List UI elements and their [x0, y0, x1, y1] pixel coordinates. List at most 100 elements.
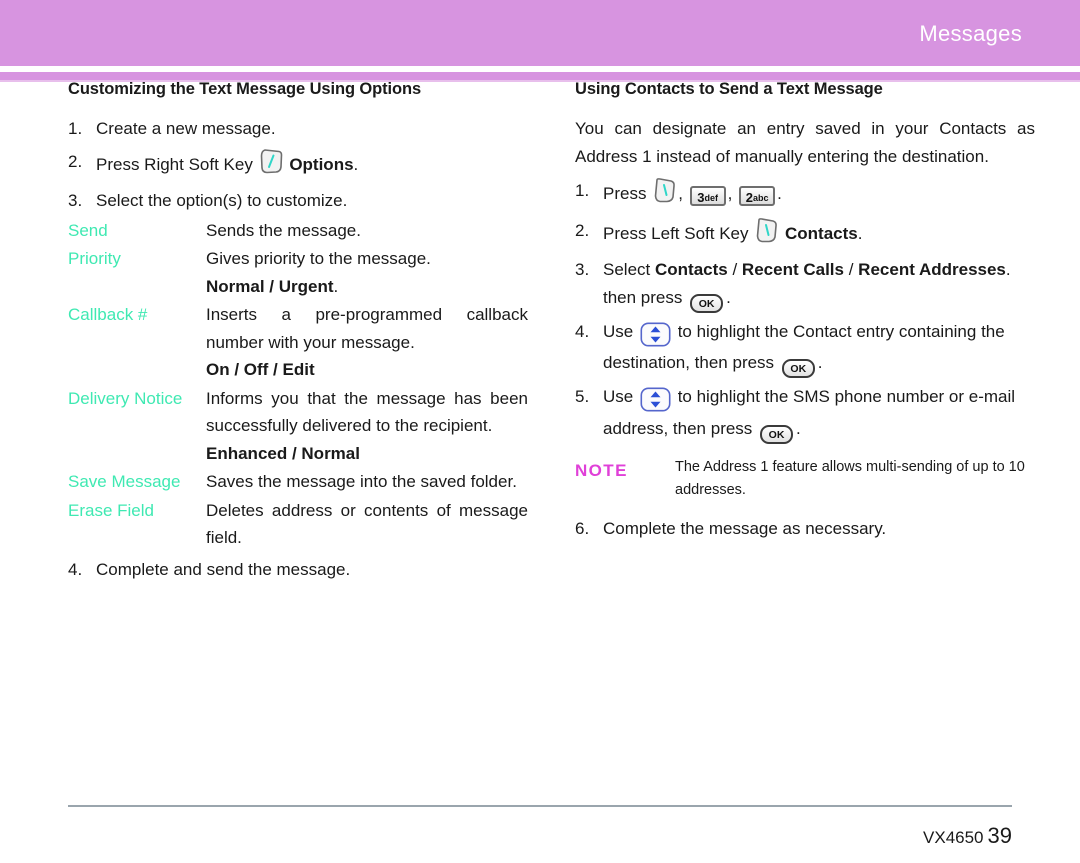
key-2-letters: abc — [753, 193, 769, 204]
soft-key-icon — [653, 177, 676, 212]
option-term: Delivery Notice — [68, 388, 183, 408]
right-step-1-label: Press — [603, 184, 647, 204]
option-definition-text: Sends the message. — [206, 220, 361, 240]
right-step-4-tail: . — [817, 353, 823, 373]
left-step-1: 1. Create a new message. — [68, 115, 528, 143]
key-3-letters: def — [704, 193, 719, 204]
left-step-2-options-label: Options — [289, 154, 354, 174]
option-row-priority: Priority Gives priority to the message. … — [68, 245, 528, 300]
ok-key-icon: OK — [690, 293, 724, 313]
option-definition: Inserts a pre-programmed callback number… — [206, 301, 528, 384]
option-definition: Sends the message. — [206, 217, 528, 245]
option-values: Enhanced / Normal — [206, 443, 360, 463]
note-text: The Address 1 feature allows multi-sendi… — [675, 458, 1025, 499]
right-column: Using Contacts to Send a Text Message Yo… — [575, 80, 1035, 547]
option-definition: Informs you that the message has been su… — [206, 385, 528, 468]
option-definition-text: Deletes address or contents of message f… — [206, 500, 528, 548]
right-step-2-number: 2. — [575, 220, 590, 240]
left-step-2-tail: . — [353, 154, 359, 174]
right-step-3-separator-1: / — [732, 260, 738, 280]
page-header-band: Messages — [0, 0, 1080, 66]
key-2-digit: 2 — [745, 190, 753, 206]
right-step-1: 1. Press , 3def, 2abc. — [575, 177, 1035, 212]
right-step-3-number: 3. — [575, 260, 590, 280]
right-step-5-tail: . — [796, 418, 801, 438]
option-values: Normal / Urgent — [206, 276, 334, 296]
left-step-2-text: Press Right Soft Key — [96, 154, 253, 174]
left-step-4-number: 4. — [68, 559, 83, 579]
note-label: NOTE — [575, 460, 628, 480]
page-content: Customizing the Text Message Using Optio… — [0, 80, 1080, 790]
key-3-def: 3def — [689, 186, 726, 207]
right-step-4-number: 4. — [575, 321, 590, 341]
right-step-3-tail: . — [726, 287, 731, 307]
option-definition-text: Gives priority to the message. — [206, 249, 431, 269]
navigation-up-down-key-icon — [640, 387, 671, 415]
option-row-callback: Callback # Inserts a pre-programmed call… — [68, 301, 528, 384]
left-step-1-number: 1. — [68, 119, 83, 138]
footer-model: VX4650 — [923, 828, 984, 847]
right-step-5-number: 5. — [575, 387, 590, 407]
right-step-3-option-contacts: Contacts — [654, 260, 728, 280]
soft-key-icon — [755, 217, 778, 252]
right-step-6-number: 6. — [575, 518, 590, 538]
option-term: Callback # — [68, 305, 148, 325]
right-section-title: Using Contacts to Send a Text Message — [575, 80, 883, 98]
left-step-4: 4. Complete and send the message. — [68, 556, 528, 584]
option-values-tail: . — [333, 276, 339, 296]
ok-key-icon: OK — [760, 424, 794, 444]
left-section-title: Customizing the Text Message Using Optio… — [68, 80, 422, 98]
right-step-4: 4. Use to highlight the Contact entry co… — [575, 318, 1035, 379]
header-divider-rule — [0, 72, 1080, 82]
left-step-3-text: Select the option(s) to customize. — [96, 191, 348, 211]
left-step-4-text: Complete and send the message. — [96, 559, 351, 579]
right-step-6: 6. Complete the message as necessary. — [575, 515, 1035, 543]
option-term: Priority — [68, 249, 121, 269]
right-step-2-contacts-label: Contacts — [784, 223, 858, 243]
footer: VX4650 39 — [923, 823, 1012, 849]
option-term: Erase Field — [68, 500, 154, 520]
right-step-4-use-label: Use — [603, 321, 634, 341]
key-3-digit: 3 — [697, 190, 705, 206]
key-2-abc: 2abc — [739, 186, 776, 207]
note-block: NOTE The Address 1 feature allows multi-… — [575, 456, 1035, 503]
option-row-delivery-notice: Delivery Notice Informs you that the mes… — [68, 385, 528, 468]
left-step-3: 3. Select the option(s) to customize. — [68, 187, 528, 215]
option-row-send: Send Sends the message. — [68, 217, 528, 245]
right-step-1-comma-2: , — [727, 184, 733, 204]
right-step-2-text: Press Left Soft Key — [603, 223, 749, 243]
right-step-1-tail: . — [777, 184, 782, 204]
left-step-3-number: 3. — [68, 191, 83, 211]
right-step-3-option-recent-calls: Recent Calls — [741, 260, 844, 280]
option-row-save-message: Save Message Saves the message into the … — [68, 468, 528, 496]
soft-key-icon — [260, 148, 283, 183]
left-step-1-text: Create a new message. — [96, 119, 276, 138]
right-step-2: 2. Press Left Soft Key Contacts. — [575, 217, 1035, 252]
footer-divider-rule — [68, 805, 1012, 807]
right-step-3-option-recent-addresses: Recent Addresses — [858, 260, 1006, 280]
option-definition: Saves the message into the saved folder. — [206, 468, 528, 496]
option-definition-text: Saves the message into the saved folder. — [206, 472, 517, 492]
navigation-up-down-key-icon — [640, 322, 671, 350]
right-intro-paragraph: You can designate an entry saved in your… — [575, 119, 1035, 166]
right-step-3-separator-2: / — [848, 260, 854, 280]
right-step-2-tail: . — [857, 223, 863, 243]
right-step-1-comma-1: , — [678, 184, 683, 204]
left-step-2: 2. Press Right Soft Key Options. — [68, 148, 528, 183]
option-definition-text: Informs you that the message has been su… — [206, 388, 528, 436]
right-step-5: 5. Use to highlight the SMS phone number… — [575, 383, 1035, 444]
right-step-3: 3. Select Contacts / Recent Calls / Rece… — [575, 256, 1035, 313]
right-step-5-use-label: Use — [603, 387, 634, 407]
right-step-6-text: Complete the message as necessary. — [603, 518, 887, 538]
option-definition: Deletes address or contents of message f… — [206, 497, 528, 552]
option-term: Send — [68, 220, 108, 240]
option-row-erase-field: Erase Field Deletes address or contents … — [68, 497, 528, 552]
right-step-3-select-label: Select — [603, 260, 651, 280]
page-header-title: Messages — [919, 21, 1022, 46]
option-definition-text: Inserts a pre-programmed callback number… — [206, 305, 528, 352]
option-definition: Gives priority to the message. Normal / … — [206, 245, 528, 300]
right-step-1-number: 1. — [575, 181, 590, 201]
footer-page-number: 39 — [987, 823, 1012, 848]
left-column: Customizing the Text Message Using Optio… — [68, 80, 528, 589]
left-step-2-number: 2. — [68, 151, 83, 171]
